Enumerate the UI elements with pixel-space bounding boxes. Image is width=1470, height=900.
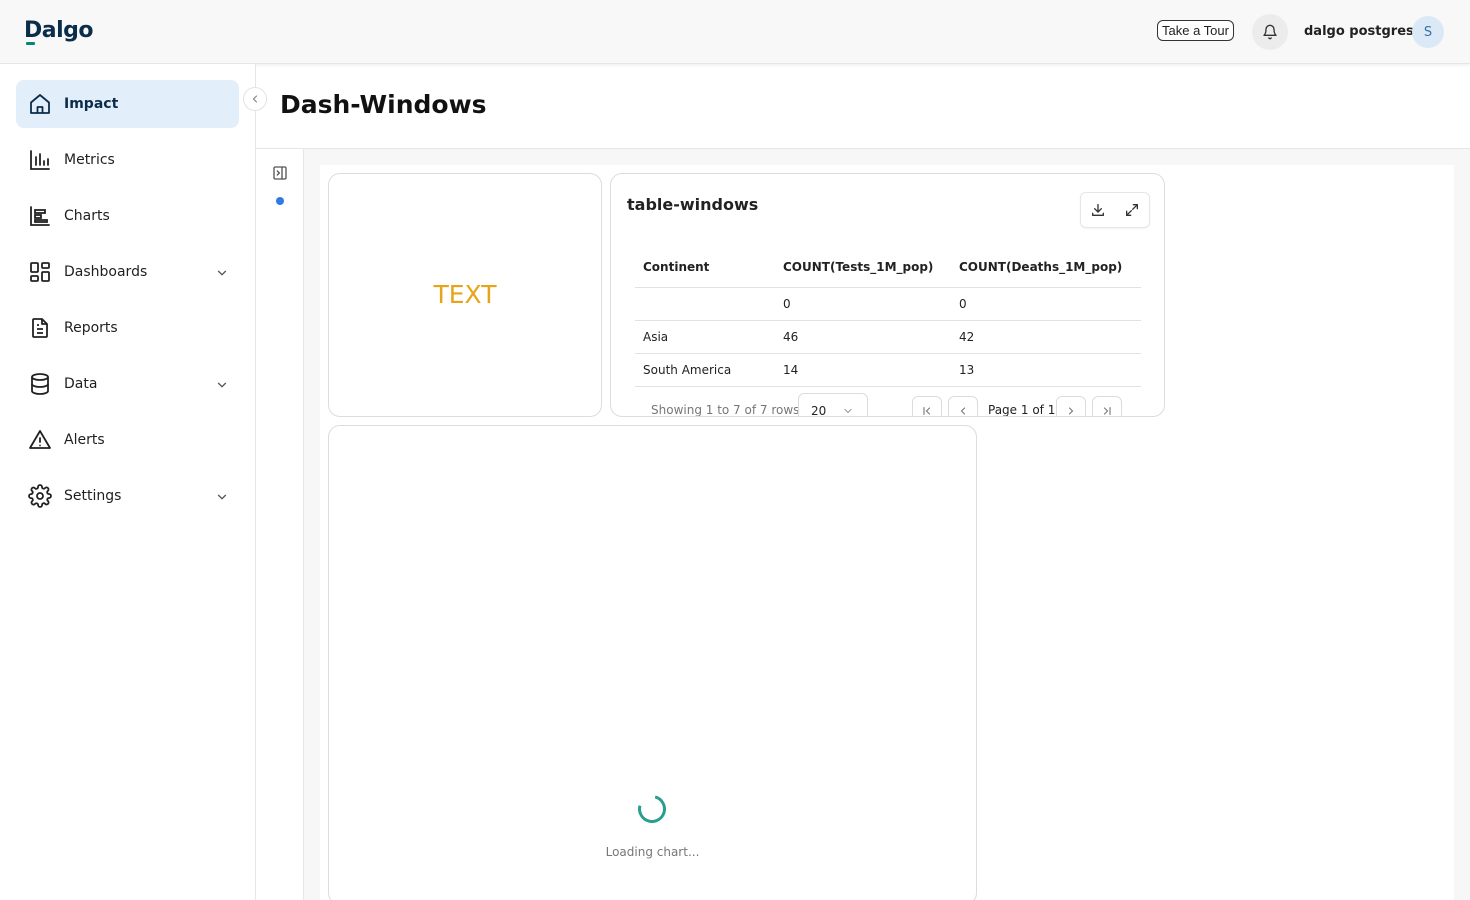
sidebar-item-label: Impact xyxy=(64,96,119,112)
status-dot xyxy=(276,197,284,205)
dashboard-grid-icon xyxy=(28,260,52,284)
table-pagination: Showing 1 to 7 of 7 rows 20 Page 1 of 1 xyxy=(611,393,1164,417)
notifications-button[interactable] xyxy=(1252,14,1288,50)
loading-spinner-icon xyxy=(632,789,672,829)
download-icon xyxy=(1092,204,1104,216)
download-button[interactable] xyxy=(1086,198,1110,222)
expand-panel-icon[interactable] xyxy=(272,165,288,185)
table-cell: 13 xyxy=(951,353,1141,387)
sidebar-item-impact[interactable]: Impact xyxy=(16,80,239,128)
collapse-sidebar-button[interactable] xyxy=(243,87,267,111)
chevron-left-icon xyxy=(960,407,966,415)
page-title: Dash-Windows xyxy=(280,90,487,119)
avatar[interactable]: S xyxy=(1412,16,1444,48)
home-icon xyxy=(28,92,52,116)
table-cell: 0 xyxy=(951,287,1141,321)
chevron-down-icon[interactable] xyxy=(215,377,229,396)
sidebar-item-label: Metrics xyxy=(64,152,115,168)
text-widget-value: TEXT xyxy=(433,280,497,309)
last-page-icon xyxy=(1103,406,1111,416)
take-a-tour-button[interactable]: Take a Tour xyxy=(1157,20,1234,41)
bar-chart-icon xyxy=(28,148,52,172)
sidebar: Impact Metrics Charts Dashboards Reports… xyxy=(0,64,256,900)
sidebar-item-label: Alerts xyxy=(64,432,105,448)
last-page-button[interactable] xyxy=(1092,396,1122,416)
data-table: Continent COUNT(Tests_1M_pop) COUNT(Deat… xyxy=(635,248,1141,387)
sidebar-item-dashboards[interactable]: Dashboards xyxy=(16,248,239,296)
widget-toolbar xyxy=(1080,192,1150,228)
bell-icon xyxy=(1263,24,1277,40)
sidebar-item-label: Dashboards xyxy=(64,264,148,280)
table-cell: 0 xyxy=(775,287,951,321)
previous-page-button[interactable] xyxy=(948,396,978,416)
column-header[interactable]: Continent xyxy=(635,248,775,288)
table-widget[interactable]: table-windows Continent COUNT(Tests_1M_p… xyxy=(610,173,1165,417)
table-cell xyxy=(635,287,775,321)
database-icon xyxy=(28,372,52,396)
fullscreen-button[interactable] xyxy=(1120,198,1144,222)
table-cell: Asia xyxy=(635,320,775,354)
charts-icon xyxy=(28,204,52,228)
table-cell: South America xyxy=(635,353,775,387)
warning-icon xyxy=(28,428,52,452)
table-widget-title: table-windows xyxy=(627,195,759,214)
chevron-left-icon xyxy=(252,95,258,103)
chart-widget[interactable]: Loading chart... xyxy=(328,425,977,900)
chevron-down-icon[interactable] xyxy=(215,265,229,284)
page-size-select[interactable]: 20 xyxy=(798,393,868,417)
sidebar-item-settings[interactable]: Settings xyxy=(16,472,239,520)
user-name[interactable]: dalgo postgres xyxy=(1304,24,1414,39)
table-row: 0 0 xyxy=(635,287,1141,321)
chevron-down-icon[interactable] xyxy=(215,489,229,508)
sidebar-item-metrics[interactable]: Metrics xyxy=(16,136,239,184)
first-page-icon xyxy=(923,406,931,416)
sidebar-item-data[interactable]: Data xyxy=(16,360,239,408)
sidebar-item-reports[interactable]: Reports xyxy=(16,304,239,352)
table-cell: 42 xyxy=(951,320,1141,354)
table-header-row: Continent COUNT(Tests_1M_pop) COUNT(Deat… xyxy=(635,248,1141,288)
table-row: South America 14 13 xyxy=(635,353,1141,387)
chevron-down-icon xyxy=(842,405,854,416)
sidebar-item-label: Settings xyxy=(64,488,122,504)
next-page-button[interactable] xyxy=(1056,396,1086,416)
sidebar-item-label: Reports xyxy=(64,320,118,336)
pagination-info: Showing 1 to 7 of 7 rows xyxy=(651,403,800,417)
column-header[interactable]: COUNT(Tests_1M_pop) xyxy=(775,248,951,288)
page-size-value: 20 xyxy=(811,404,827,417)
column-header[interactable]: COUNT(Deaths_1M_pop) xyxy=(951,248,1141,288)
document-icon xyxy=(28,316,52,340)
sidebar-item-label: Data xyxy=(64,376,98,392)
table-row: Asia 46 42 xyxy=(635,320,1141,354)
sidebar-item-label: Charts xyxy=(64,208,110,224)
gear-icon xyxy=(28,484,52,508)
table-cell: 14 xyxy=(775,353,951,387)
table-cell: 46 xyxy=(775,320,951,354)
first-page-button[interactable] xyxy=(912,396,942,416)
chevron-right-icon xyxy=(1068,407,1074,415)
top-bar: Dalgo Take a Tour dalgo postgres S xyxy=(0,0,1470,64)
dashboard-side-rail xyxy=(256,149,304,900)
expand-icon xyxy=(1126,204,1138,216)
sidebar-item-alerts[interactable]: Alerts xyxy=(16,416,239,464)
loading-text: Loading chart... xyxy=(605,845,700,859)
logo-accent xyxy=(26,42,35,45)
dalgo-logo[interactable]: Dalgo xyxy=(24,18,94,43)
page-indicator: Page 1 of 1 xyxy=(988,403,1056,417)
sidebar-item-charts[interactable]: Charts xyxy=(16,192,239,240)
text-widget[interactable]: TEXT xyxy=(328,173,602,417)
